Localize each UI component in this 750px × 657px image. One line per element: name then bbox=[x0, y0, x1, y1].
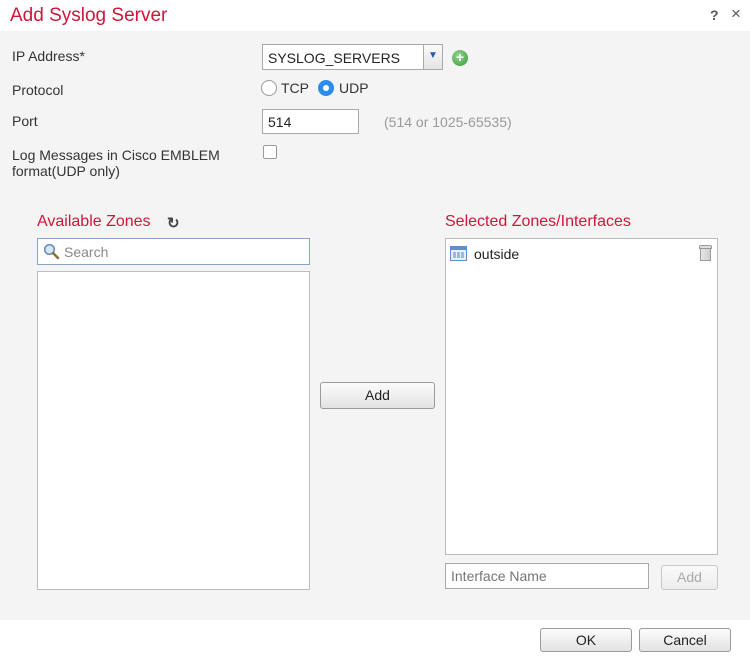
port-input[interactable] bbox=[262, 109, 359, 134]
protocol-tcp-label[interactable]: TCP bbox=[281, 80, 309, 96]
ip-address-label: IP Address* bbox=[12, 48, 85, 64]
port-label: Port bbox=[12, 113, 38, 129]
cancel-button[interactable]: Cancel bbox=[639, 628, 731, 652]
protocol-tcp-radio[interactable] bbox=[261, 80, 277, 96]
available-zones-title: Available Zones bbox=[37, 213, 151, 230]
add-icon[interactable]: + bbox=[452, 50, 468, 66]
available-zones-list[interactable] bbox=[37, 271, 310, 590]
protocol-udp-radio[interactable] bbox=[318, 80, 334, 96]
trash-icon[interactable] bbox=[699, 245, 712, 261]
dialog-title: Add Syslog Server bbox=[10, 5, 168, 26]
zone-item-label: outside bbox=[474, 246, 520, 262]
chevron-down-icon: ▼ bbox=[428, 50, 438, 61]
interface-name-input[interactable] bbox=[445, 563, 649, 589]
emblem-label-line1: Log Messages in Cisco EMBLEM bbox=[12, 147, 220, 163]
dialog-titlebar: Add Syslog Server ? × bbox=[0, 0, 750, 31]
protocol-label: Protocol bbox=[12, 82, 64, 98]
search-icon bbox=[43, 243, 60, 260]
emblem-label-line2: format(UDP only) bbox=[12, 163, 120, 179]
protocol-udp-label[interactable]: UDP bbox=[339, 80, 369, 96]
help-icon[interactable]: ? bbox=[710, 7, 719, 23]
interface-icon bbox=[450, 246, 467, 261]
dropdown-button[interactable]: ▼ bbox=[423, 45, 442, 69]
ip-address-select[interactable]: SYSLOG_SERVERS ▼ bbox=[262, 44, 443, 70]
zone-search[interactable] bbox=[37, 238, 310, 265]
selected-zones-title: Selected Zones/Interfaces bbox=[445, 213, 631, 230]
emblem-checkbox[interactable] bbox=[263, 145, 277, 159]
add-interface-button[interactable]: Add bbox=[661, 565, 718, 590]
list-item[interactable]: outside bbox=[448, 244, 714, 264]
selected-zones-list[interactable] bbox=[445, 238, 718, 555]
add-zone-button[interactable]: Add bbox=[320, 382, 435, 409]
dialog-footer: OK Cancel bbox=[0, 620, 750, 657]
close-icon[interactable]: × bbox=[731, 4, 741, 24]
ok-button[interactable]: OK bbox=[540, 628, 632, 652]
port-hint: (514 or 1025-65535) bbox=[384, 114, 512, 130]
ip-address-value: SYSLOG_SERVERS bbox=[268, 50, 401, 66]
refresh-icon[interactable]: ↻ bbox=[167, 214, 180, 232]
search-input[interactable] bbox=[64, 242, 304, 262]
